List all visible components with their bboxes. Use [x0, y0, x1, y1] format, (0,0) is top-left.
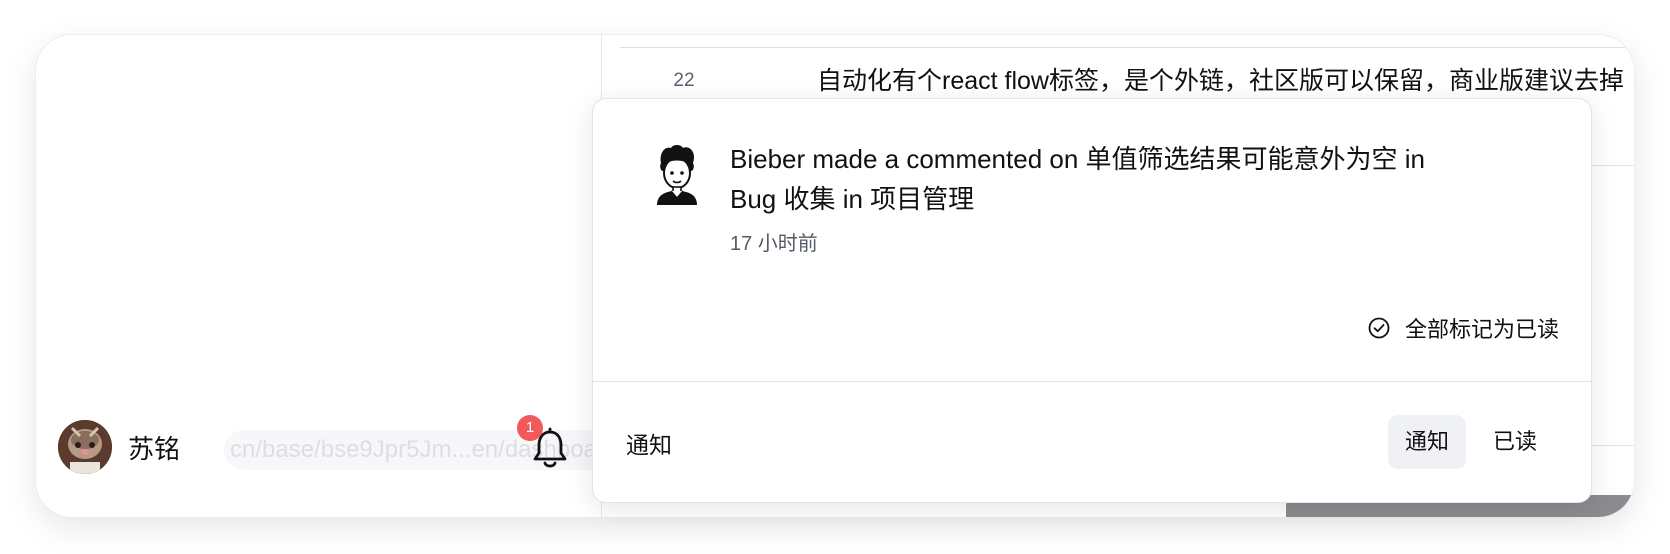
user-avatar[interactable] — [58, 420, 112, 474]
sidebar: 苏铭 cn/base/bse9Jpr5Jm...en/dashboard/12t… — [36, 35, 838, 517]
check-circle-icon — [1368, 317, 1390, 339]
mark-all-read-label: 全部标记为已读 — [1404, 317, 1559, 342]
commenter-avatar[interactable] — [653, 143, 701, 205]
row-cell-text[interactable]: 自动化有个react flow标签，是个外链，社区版可以保留，商业版建议去掉 — [817, 61, 1624, 97]
notification-popover: Bieber made a commented on 单值筛选结果可能意外为空 … — [592, 98, 1592, 503]
user-profile[interactable]: 苏铭 — [58, 420, 180, 474]
popover-divider — [593, 381, 1591, 382]
row-number: 22 — [673, 70, 695, 91]
notification-badge: 1 — [517, 415, 543, 441]
mark-all-read-button[interactable]: 全部标记为已读 — [1367, 312, 1559, 344]
tab-notifications[interactable]: 通知 — [1388, 415, 1466, 469]
avatar-image — [58, 420, 112, 474]
notification-message[interactable]: Bieber made a commented on 单值筛选结果可能意外为空 … — [730, 139, 1430, 219]
popover-title: 通知 — [626, 432, 672, 458]
user-name: 苏铭 — [128, 433, 181, 464]
tab-read[interactable]: 已读 — [1476, 415, 1554, 469]
grid-row-border — [620, 47, 1634, 48]
notification-time: 17 小时前 — [730, 233, 818, 255]
